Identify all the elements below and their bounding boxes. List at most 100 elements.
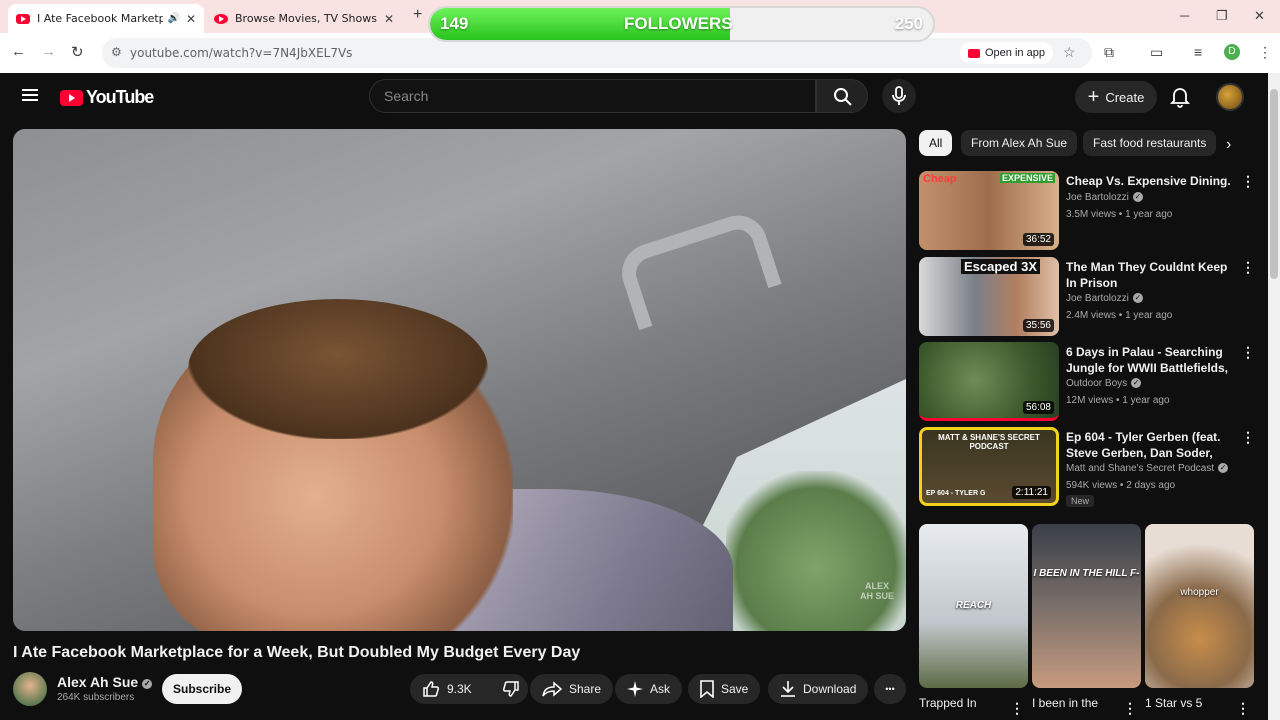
short-caption: REACH: [955, 600, 992, 611]
recommendation-title[interactable]: Ep 604 - Tyler Gerben (feat. Steve Gerbe…: [1066, 429, 1236, 463]
close-window-button[interactable]: ✕: [1254, 8, 1265, 24]
short-thumbnail[interactable]: whopper: [1145, 524, 1254, 688]
short-thumbnail[interactable]: I BEEN IN THE HILL F-: [1032, 524, 1141, 688]
menu-kebab-icon[interactable]: ⋮: [1258, 44, 1272, 61]
chevron-right-icon[interactable]: ›: [1226, 136, 1231, 154]
chip-all[interactable]: All: [919, 130, 953, 156]
download-button[interactable]: Download: [768, 674, 869, 704]
like-dislike-group: 9.3K: [410, 674, 528, 704]
recommendation-item[interactable]: MATT & SHANE'S SECRET PODCAST EP 604 - T…: [919, 427, 1259, 507]
tab-yflix[interactable]: Browse Movies, TV Shows - yFlix ✕: [206, 4, 402, 33]
more-options-icon[interactable]: ⋮: [1241, 344, 1255, 361]
create-label: Create: [1105, 89, 1145, 105]
more-options-icon[interactable]: ⋮: [1241, 259, 1255, 276]
recommendation-channel[interactable]: Matt and Shane's Secret Podcast ✓: [1066, 463, 1229, 474]
recommendation-title[interactable]: The Man They Couldnt Keep In Prison: [1066, 259, 1236, 291]
channel-avatar[interactable]: [13, 672, 47, 706]
youtube-favicon-icon: [16, 13, 30, 24]
recommendation-title[interactable]: Cheap Vs. Expensive Dining.: [1066, 173, 1236, 189]
recommendation-title[interactable]: 6 Days in Palau - Searching Jungle for W…: [1066, 344, 1236, 378]
cast-icon[interactable]: ▭: [1150, 44, 1163, 61]
followers-goal: 250: [894, 14, 923, 33]
short-title[interactable]: Trapped In: [919, 696, 977, 710]
recommendation-item[interactable]: Cheap EXPENSIVE 36:52 Cheap Vs. Expensiv…: [919, 171, 1259, 251]
youtube-logo-text: YouTube: [86, 87, 154, 107]
video-thumbnail[interactable]: MATT & SHANE'S SECRET PODCAST EP 604 - T…: [919, 427, 1059, 506]
like-count[interactable]: 9.3K: [447, 682, 472, 696]
account-avatar[interactable]: [1216, 83, 1244, 111]
recommendation-item[interactable]: 56:08 6 Days in Palau - Searching Jungle…: [919, 342, 1259, 422]
media-control-icon[interactable]: ≡: [1194, 44, 1202, 60]
ask-label: Ask: [650, 682, 671, 696]
bookmark-icon: [700, 680, 714, 698]
recommendation-channel[interactable]: Joe Bartolozzi ✓: [1066, 192, 1143, 203]
search-button[interactable]: [816, 79, 868, 113]
site-info-icon[interactable]: ⚙: [111, 45, 122, 59]
search-box[interactable]: [369, 79, 816, 113]
more-options-icon[interactable]: ⋮: [1241, 429, 1255, 446]
tab-youtube[interactable]: I Ate Facebook Marketplace 🔊 ✕: [8, 4, 204, 33]
open-in-app-button[interactable]: Open in app: [960, 42, 1053, 64]
duration-badge: 56:08: [1022, 401, 1054, 414]
recommendation-channel[interactable]: Outdoor Boys ✓: [1066, 378, 1142, 389]
bookmark-star-icon[interactable]: ☆: [1063, 44, 1076, 61]
channel-name-text: Alex Ah Sue: [57, 674, 139, 690]
short-caption: I BEEN IN THE HILL F-: [1033, 568, 1140, 579]
close-tab-icon[interactable]: ✕: [384, 12, 394, 26]
ask-button[interactable]: Ask: [615, 674, 683, 704]
back-icon[interactable]: ←: [11, 43, 26, 60]
short-title[interactable]: I been in the: [1032, 696, 1098, 710]
chip-fast-food[interactable]: Fast food restaurants: [1083, 130, 1216, 156]
minimize-button[interactable]: ─: [1180, 8, 1189, 23]
forward-icon[interactable]: →: [41, 43, 56, 60]
recommendation-item[interactable]: Escaped 3X 35:56 The Man They Couldnt Ke…: [919, 257, 1259, 337]
save-button[interactable]: Save: [688, 674, 761, 704]
subscriber-count: 264K subscribers: [57, 692, 135, 703]
thumbs-down-icon[interactable]: [502, 680, 520, 698]
microphone-icon: [892, 86, 906, 105]
speaker-icon[interactable]: 🔊: [167, 13, 179, 24]
video-player[interactable]: ALEX AH SUE: [13, 129, 906, 631]
create-button[interactable]: + Create: [1075, 81, 1157, 113]
more-options-icon[interactable]: ⋮: [1123, 700, 1137, 717]
scrollbar-thumb[interactable]: [1270, 89, 1278, 279]
address-bar[interactable]: ⚙ youtube.com/watch?v=7N4JbXEL7Vs Open i…: [102, 38, 1092, 68]
person-hair-image: [188, 299, 488, 439]
short-title[interactable]: 1 Star vs 5: [1145, 696, 1202, 710]
thumbs-up-icon[interactable]: [422, 680, 440, 698]
maximize-button[interactable]: ❐: [1216, 8, 1228, 24]
subscribe-button[interactable]: Subscribe: [162, 674, 242, 704]
page-scrollbar[interactable]: [1268, 73, 1280, 720]
more-actions-button[interactable]: •••: [874, 674, 906, 704]
short-thumbnail[interactable]: REACH: [919, 524, 1028, 688]
notifications-bell-icon[interactable]: [1170, 86, 1190, 108]
hamburger-menu-icon[interactable]: [22, 89, 38, 101]
video-thumbnail[interactable]: Escaped 3X 35:56: [919, 257, 1059, 336]
new-tab-button[interactable]: +: [413, 6, 422, 24]
more-options-icon[interactable]: ⋮: [1241, 173, 1255, 190]
verified-icon: ✓: [1218, 463, 1229, 473]
open-in-app-label: Open in app: [985, 47, 1045, 59]
chip-from-channel[interactable]: From Alex Ah Sue: [961, 130, 1078, 156]
video-thumbnail[interactable]: Cheap EXPENSIVE 36:52: [919, 171, 1059, 250]
voice-search-button[interactable]: [882, 79, 916, 113]
youtube-logo[interactable]: YouTube: [60, 87, 154, 108]
profile-avatar[interactable]: D: [1224, 44, 1240, 60]
thumb-text: MATT & SHANE'S SECRET PODCAST: [938, 433, 1040, 451]
reload-icon[interactable]: ↻: [71, 43, 84, 61]
channel-watermark: ALEX AH SUE: [860, 581, 894, 601]
extensions-icon[interactable]: ⧉: [1104, 44, 1114, 61]
channel-name[interactable]: Alex Ah Sue ✓: [57, 674, 153, 690]
more-options-icon[interactable]: ⋮: [1236, 700, 1250, 717]
car-grab-handle-image: [614, 207, 782, 331]
video-thumbnail[interactable]: 56:08: [919, 342, 1059, 421]
thumb-text: Escaped 3X: [961, 259, 1040, 274]
share-button[interactable]: Share: [530, 674, 614, 704]
more-options-icon[interactable]: ⋮: [1010, 700, 1024, 717]
url-text[interactable]: youtube.com/watch?v=7N4JbXEL7Vs: [130, 46, 352, 60]
verified-icon: ✓: [1132, 293, 1143, 303]
recommendation-meta: 12M views • 1 year ago: [1066, 395, 1170, 406]
search-input[interactable]: [370, 80, 815, 112]
close-tab-icon[interactable]: ✕: [186, 12, 196, 26]
recommendation-channel[interactable]: Joe Bartolozzi ✓: [1066, 293, 1143, 304]
